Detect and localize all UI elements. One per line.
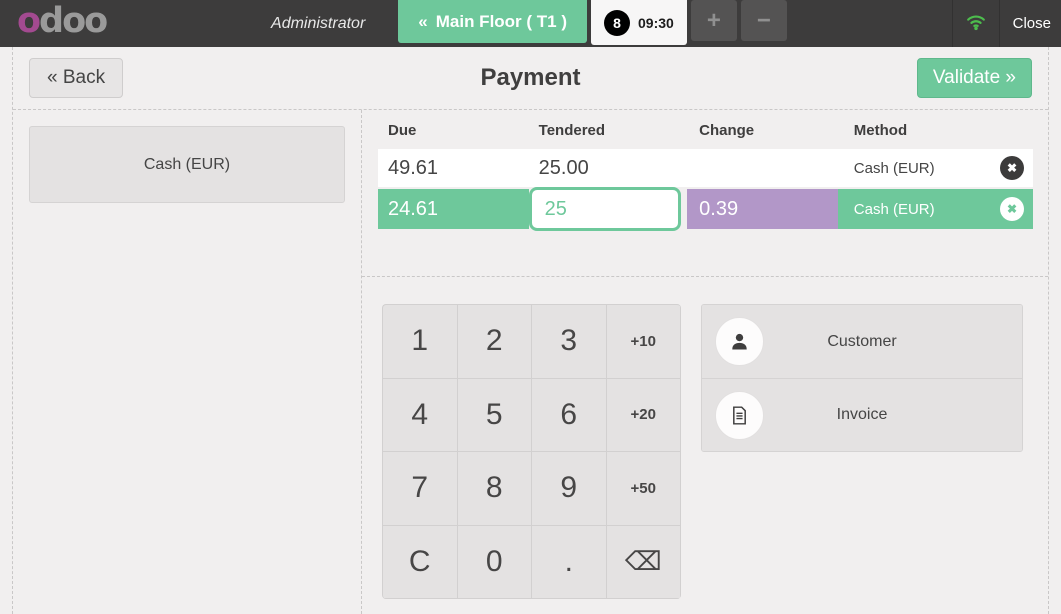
numpad-key-clear[interactable]: C <box>383 526 458 600</box>
paymentline-method-label: Cash (EUR) <box>854 201 1000 218</box>
payment-method-cash-button[interactable]: Cash (EUR) <box>29 126 345 203</box>
numpad-key-plus10[interactable]: +10 <box>607 305 682 379</box>
paymentlines-section: Due Tendered Change Method 49.61 25.00 C… <box>362 110 1048 277</box>
paymentline-due: 49.61 <box>378 149 529 187</box>
numpad-key-plus20[interactable]: +20 <box>607 379 682 453</box>
numpad-key-2[interactable]: 2 <box>458 305 533 379</box>
floor-button-label: Main Floor ( T1 ) <box>436 12 567 32</box>
pos-top-bar: odoo Administrator « Main Floor ( T1 ) 8… <box>0 0 1061 47</box>
tendered-amount-input[interactable]: 25 <box>529 187 681 231</box>
paymentline-change <box>687 149 838 187</box>
payment-head-row: « Back Payment Validate » <box>13 47 1048 110</box>
numpad: 1 2 3 +10 4 5 6 +20 7 8 9 +50 C 0 . ⌫ <box>382 304 681 599</box>
numpad-key-3[interactable]: 3 <box>532 305 607 379</box>
odoo-logo-doo: doo <box>39 1 106 41</box>
column-header-change: Change <box>687 122 838 139</box>
close-button[interactable]: Close <box>1000 15 1061 32</box>
payment-main: Cash (EUR) Due Tendered Change Method 49… <box>13 110 1048 614</box>
numpad-key-8[interactable]: 8 <box>458 452 533 526</box>
odoo-logo: odoo <box>0 1 106 47</box>
paymentlines-header: Due Tendered Change Method <box>378 118 1033 149</box>
paymentline-change: 0.39 <box>687 189 838 229</box>
paymentline-due: 24.61 <box>378 189 529 229</box>
order-tab[interactable]: 8 09:30 <box>591 0 687 45</box>
order-count-badge: 8 <box>604 10 630 36</box>
floor-button[interactable]: « Main Floor ( T1 ) <box>398 0 587 43</box>
paymentline-tendered[interactable]: 25.00 <box>529 149 688 187</box>
column-header-method: Method <box>838 122 1033 139</box>
numpad-key-backspace[interactable]: ⌫ <box>607 526 682 600</box>
paymentline-row[interactable]: 49.61 25.00 Cash (EUR) ✖ <box>378 149 1033 187</box>
payment-methods-column: Cash (EUR) <box>13 110 362 614</box>
numpad-key-7[interactable]: 7 <box>383 452 458 526</box>
connection-status[interactable] <box>952 0 1000 47</box>
numpad-key-1[interactable]: 1 <box>383 305 458 379</box>
numpad-key-9[interactable]: 9 <box>532 452 607 526</box>
paymentline-method-label: Cash (EUR) <box>854 160 1000 177</box>
numpad-key-0[interactable]: 0 <box>458 526 533 600</box>
numpad-key-dot[interactable]: . <box>532 526 607 600</box>
payment-controls: 1 2 3 +10 4 5 6 +20 7 8 9 +50 C 0 . ⌫ <box>362 277 1048 599</box>
delete-paymentline-icon[interactable]: ✖ <box>1000 156 1024 180</box>
delete-paymentline-icon[interactable]: ✖ <box>1000 197 1024 221</box>
payment-screen: « Back Payment Validate » Cash (EUR) Due… <box>12 47 1049 614</box>
paymentline-method: Cash (EUR) ✖ <box>838 149 1033 187</box>
new-order-button[interactable]: + <box>691 0 737 41</box>
payment-right-column: Due Tendered Change Method 49.61 25.00 C… <box>362 110 1048 614</box>
username-label: Administrator <box>271 15 365 33</box>
paymentline-method: Cash (EUR) ✖ <box>838 189 1033 229</box>
back-chevrons-icon: « <box>418 12 427 32</box>
invoice-icon <box>715 391 764 440</box>
payment-action-buttons: Customer Invoice <box>701 304 1023 452</box>
numpad-key-6[interactable]: 6 <box>532 379 607 453</box>
paymentline-tendered-cell: 25 <box>529 189 688 229</box>
customer-button[interactable]: Customer <box>702 305 1022 378</box>
customer-icon <box>715 317 764 366</box>
invoice-button[interactable]: Invoice <box>702 378 1022 451</box>
column-header-due: Due <box>378 122 529 139</box>
numpad-key-4[interactable]: 4 <box>383 379 458 453</box>
paymentline-row-selected[interactable]: 24.61 25 0.39 Cash (EUR) ✖ <box>378 189 1033 229</box>
column-header-tendered: Tendered <box>529 122 688 139</box>
validate-button[interactable]: Validate » <box>917 58 1032 98</box>
delete-order-button[interactable]: − <box>741 0 787 41</box>
numpad-key-plus50[interactable]: +50 <box>607 452 682 526</box>
wifi-icon <box>964 10 988 37</box>
order-time-label: 09:30 <box>638 15 674 31</box>
page-title: Payment <box>13 64 1048 92</box>
odoo-logo-o: o <box>17 1 39 41</box>
numpad-key-5[interactable]: 5 <box>458 379 533 453</box>
